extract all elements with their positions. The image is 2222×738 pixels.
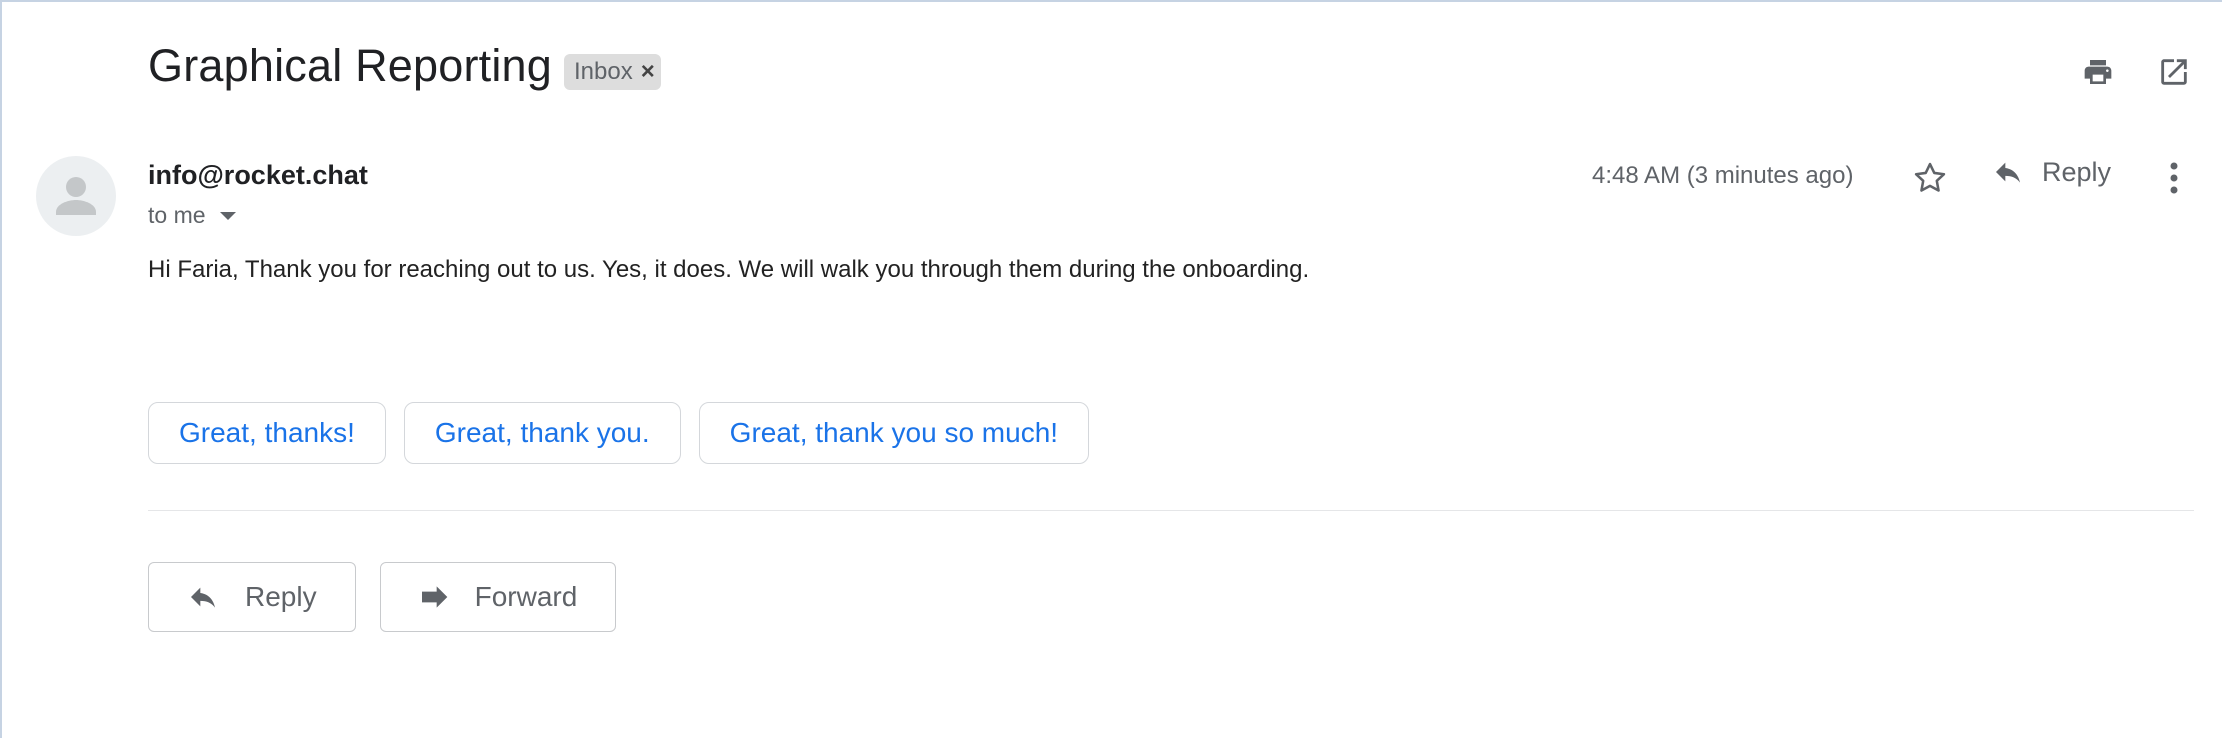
label-chip-inbox[interactable]: Inbox × [564,54,661,90]
reply-button[interactable]: Reply [1990,156,2111,188]
label-chip-text: Inbox [574,58,633,85]
smart-reply-chip[interactable]: Great, thank you so much! [698,402,1090,464]
message-body: Hi Faria, Thank you for reaching out to … [148,256,1310,283]
forward-action-label: Forward [474,581,578,612]
smart-reply-list: Great, thanks! Great, thank you. Great, … [148,402,1090,464]
reply-action-button[interactable]: Reply [148,562,356,632]
remove-label-button[interactable]: × [641,58,655,86]
chevron-down-icon [219,211,236,220]
open-in-new-window-icon[interactable] [2154,52,2194,92]
forward-icon [421,586,447,608]
sender-avatar [36,156,116,236]
star-icon[interactable] [1908,156,1952,200]
more-options-icon[interactable] [2158,156,2190,200]
recipient-label: to me [148,202,206,228]
person-icon [56,177,96,215]
email-subject: Graphical Reporting [148,40,553,91]
reply-icon [191,587,215,608]
message-timestamp: 4:48 AM (3 minutes ago) [1592,162,1854,189]
email-view: Graphical Reporting Inbox × info@rocket.… [0,0,2222,738]
print-icon[interactable] [2078,52,2118,92]
reply-action-label: Reply [245,581,317,612]
divider [148,510,2194,511]
smart-reply-chip[interactable]: Great, thank you. [403,402,681,464]
sender-address[interactable]: info@rocket.chat [148,160,368,191]
message-actions: Reply Forward [148,562,617,632]
reply-button-label: Reply [2042,156,2112,187]
reply-icon [1996,162,2020,183]
recipient-details-toggle[interactable]: to me [148,202,236,229]
smart-reply-chip[interactable]: Great, thanks! [148,402,386,464]
forward-action-button[interactable]: Forward [379,562,617,632]
